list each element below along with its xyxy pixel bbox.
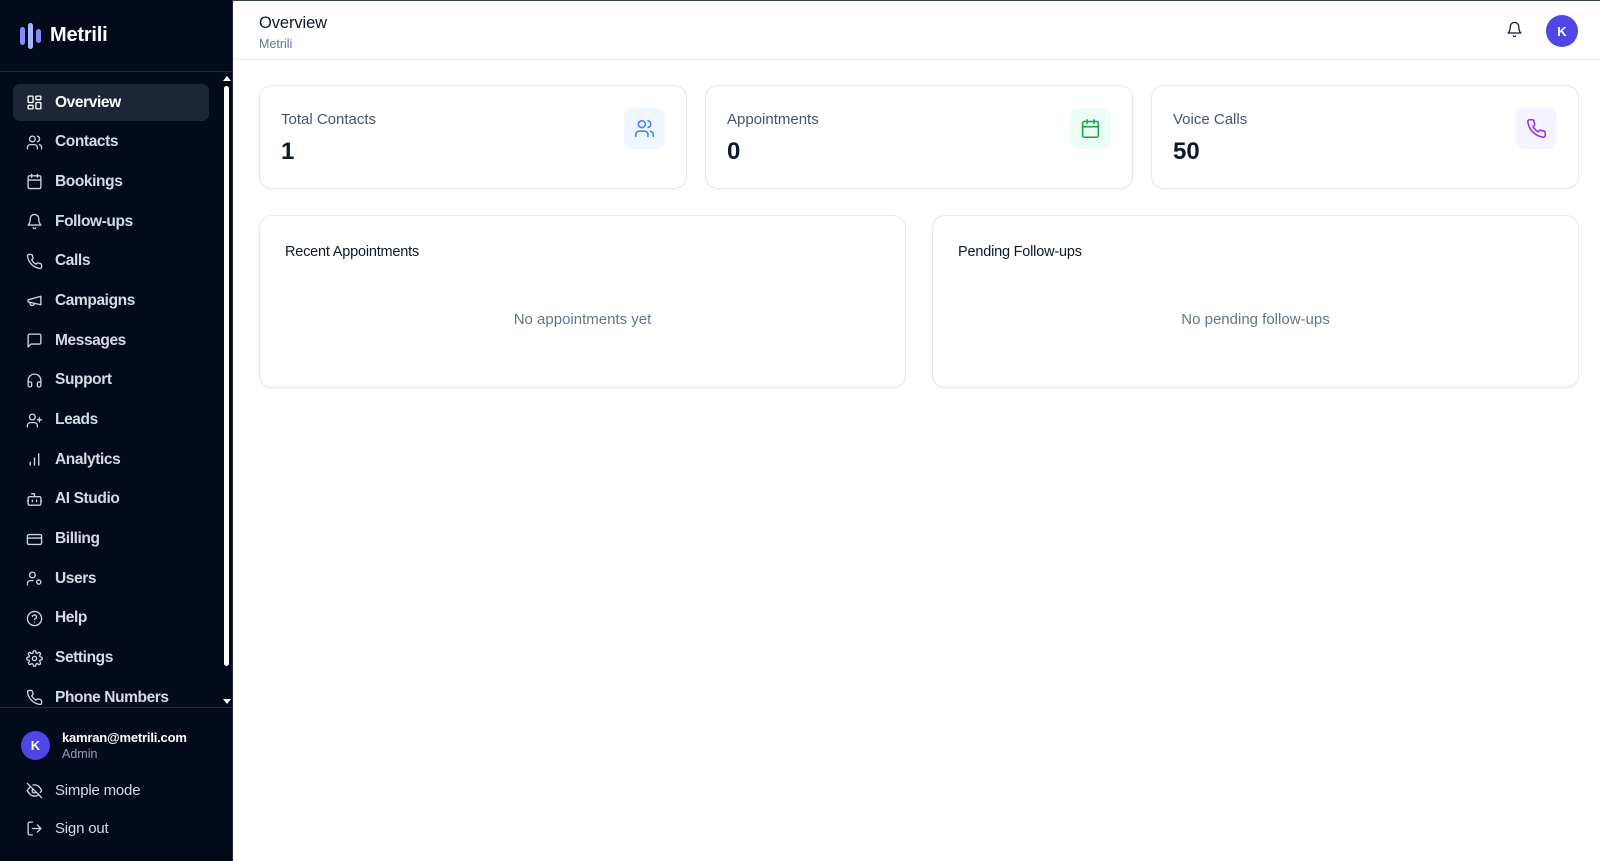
phone-icon	[1516, 108, 1557, 149]
sidebar-item-contacts[interactable]: Contacts	[13, 124, 209, 161]
stat-label: Total Contacts	[281, 111, 377, 128]
sidebar-item-label: Campaigns	[55, 291, 135, 309]
notifications-bell-icon[interactable]	[1506, 21, 1526, 41]
sidebar-item-label: Contacts	[55, 133, 119, 151]
sign-out-button[interactable]: Sign out	[0, 809, 233, 847]
sidebar-item-label: Follow-ups	[55, 212, 133, 230]
sidebar-item-bookings[interactable]: Bookings	[13, 163, 209, 200]
phone-icon	[25, 689, 43, 705]
user-profile[interactable]: K kamran@metrili.com Admin	[0, 708, 233, 761]
sidebar-scrollbar[interactable]	[222, 74, 231, 706]
bell-icon	[25, 213, 43, 231]
sidebar-item-messages[interactable]: Messages	[13, 322, 209, 359]
panel-title: Pending Follow-ups	[958, 244, 1082, 260]
sidebar-item-campaigns[interactable]: Campaigns	[13, 282, 209, 319]
sidebar-item-label: Settings	[55, 649, 113, 667]
sidebar-item-label: Bookings	[55, 172, 123, 190]
users-icon	[25, 133, 43, 151]
user-email: kamran@metrili.com	[62, 730, 187, 745]
credit-card-icon	[25, 530, 43, 548]
sidebar-item-analytics[interactable]: Analytics	[13, 441, 209, 478]
sign-out-label: Sign out	[55, 819, 109, 837]
user-cog-icon	[25, 570, 43, 588]
sidebar-item-label: Messages	[55, 331, 126, 349]
stat-card-appointments: Appointments 0	[705, 85, 1133, 189]
empty-state-text: No appointments yet	[513, 311, 652, 328]
log-out-icon	[25, 819, 43, 837]
phone-icon	[25, 252, 43, 270]
eye-off-icon	[25, 781, 43, 799]
logo-icon	[20, 22, 41, 49]
sidebar-footer: K kamran@metrili.com Admin Simple mode S…	[0, 707, 233, 861]
scroll-down-arrow-icon[interactable]	[223, 699, 231, 704]
pending-followups-panel: Pending Follow-ups No pending follow-ups	[932, 215, 1579, 388]
sidebar-item-ai-studio[interactable]: AI Studio	[13, 481, 209, 518]
calendar-icon	[1070, 108, 1111, 149]
headphones-icon	[25, 371, 43, 389]
sidebar-item-label: Help	[55, 609, 87, 627]
scrollbar-thumb[interactable]	[224, 86, 229, 666]
scroll-up-arrow-icon[interactable]	[223, 76, 231, 81]
simple-mode-button[interactable]: Simple mode	[0, 771, 233, 809]
simple-mode-label: Simple mode	[55, 781, 141, 799]
empty-state-text: No pending follow-ups	[1181, 311, 1330, 328]
stat-card-total-contacts: Total Contacts 1	[259, 85, 687, 189]
stat-value: 0	[727, 138, 741, 165]
sidebar-item-label: Overview	[55, 93, 121, 111]
stat-card-voice-calls: Voice Calls 50	[1151, 85, 1579, 189]
sidebar-item-phone-numbers[interactable]: Phone Numbers	[13, 679, 209, 705]
sidebar-item-support[interactable]: Support	[13, 362, 209, 399]
stat-label: Voice Calls	[1173, 111, 1248, 128]
sidebar-item-billing[interactable]: Billing	[13, 521, 209, 558]
sidebar: Metrili Overview Contacts Bookings Follo…	[0, 0, 233, 861]
dashboard-icon	[25, 94, 43, 112]
user-role: Admin	[62, 747, 98, 761]
gear-icon	[25, 649, 43, 667]
user-avatar-button[interactable]: K	[1546, 15, 1578, 47]
sidebar-item-label: Calls	[55, 252, 91, 270]
sidebar-item-settings[interactable]: Settings	[13, 640, 209, 677]
sidebar-item-label: Phone Numbers	[55, 688, 169, 705]
panel-title: Recent Appointments	[285, 244, 420, 260]
sidebar-item-users[interactable]: Users	[13, 560, 209, 597]
megaphone-icon	[25, 292, 43, 310]
sidebar-item-follow-ups[interactable]: Follow-ups	[13, 203, 209, 240]
sidebar-item-help[interactable]: Help	[13, 600, 209, 637]
help-circle-icon	[25, 609, 43, 627]
page-title: Overview	[259, 14, 327, 32]
avatar: K	[21, 731, 50, 760]
sidebar-item-overview[interactable]: Overview	[13, 84, 209, 121]
message-square-icon	[25, 332, 43, 350]
top-header: Overview Metrili K	[233, 0, 1600, 60]
sidebar-item-calls[interactable]: Calls	[13, 243, 209, 280]
sidebar-item-label: Leads	[55, 411, 98, 428]
bar-chart-icon	[25, 451, 43, 469]
page-subtitle: Metrili	[259, 37, 293, 51]
brand[interactable]: Metrili	[0, 0, 232, 72]
bot-icon	[25, 490, 43, 508]
sidebar-item-leads[interactable]: Leads	[13, 402, 209, 439]
sidebar-nav: Overview Contacts Bookings Follow-ups Ca…	[0, 84, 222, 705]
sidebar-item-label: Users	[55, 569, 97, 587]
stat-label: Appointments	[727, 111, 819, 128]
stat-value: 50	[1173, 138, 1200, 165]
sidebar-item-label: AI Studio	[55, 490, 120, 508]
sidebar-item-label: Billing	[55, 530, 100, 548]
stat-value: 1	[281, 138, 295, 165]
sidebar-item-label: Analytics	[55, 450, 121, 468]
users-icon	[624, 108, 665, 149]
brand-name: Metrili	[50, 24, 108, 46]
recent-appointments-panel: Recent Appointments No appointments yet	[259, 215, 906, 388]
user-plus-icon	[25, 411, 43, 429]
calendar-icon	[25, 173, 43, 191]
sidebar-item-label: Support	[55, 371, 112, 389]
